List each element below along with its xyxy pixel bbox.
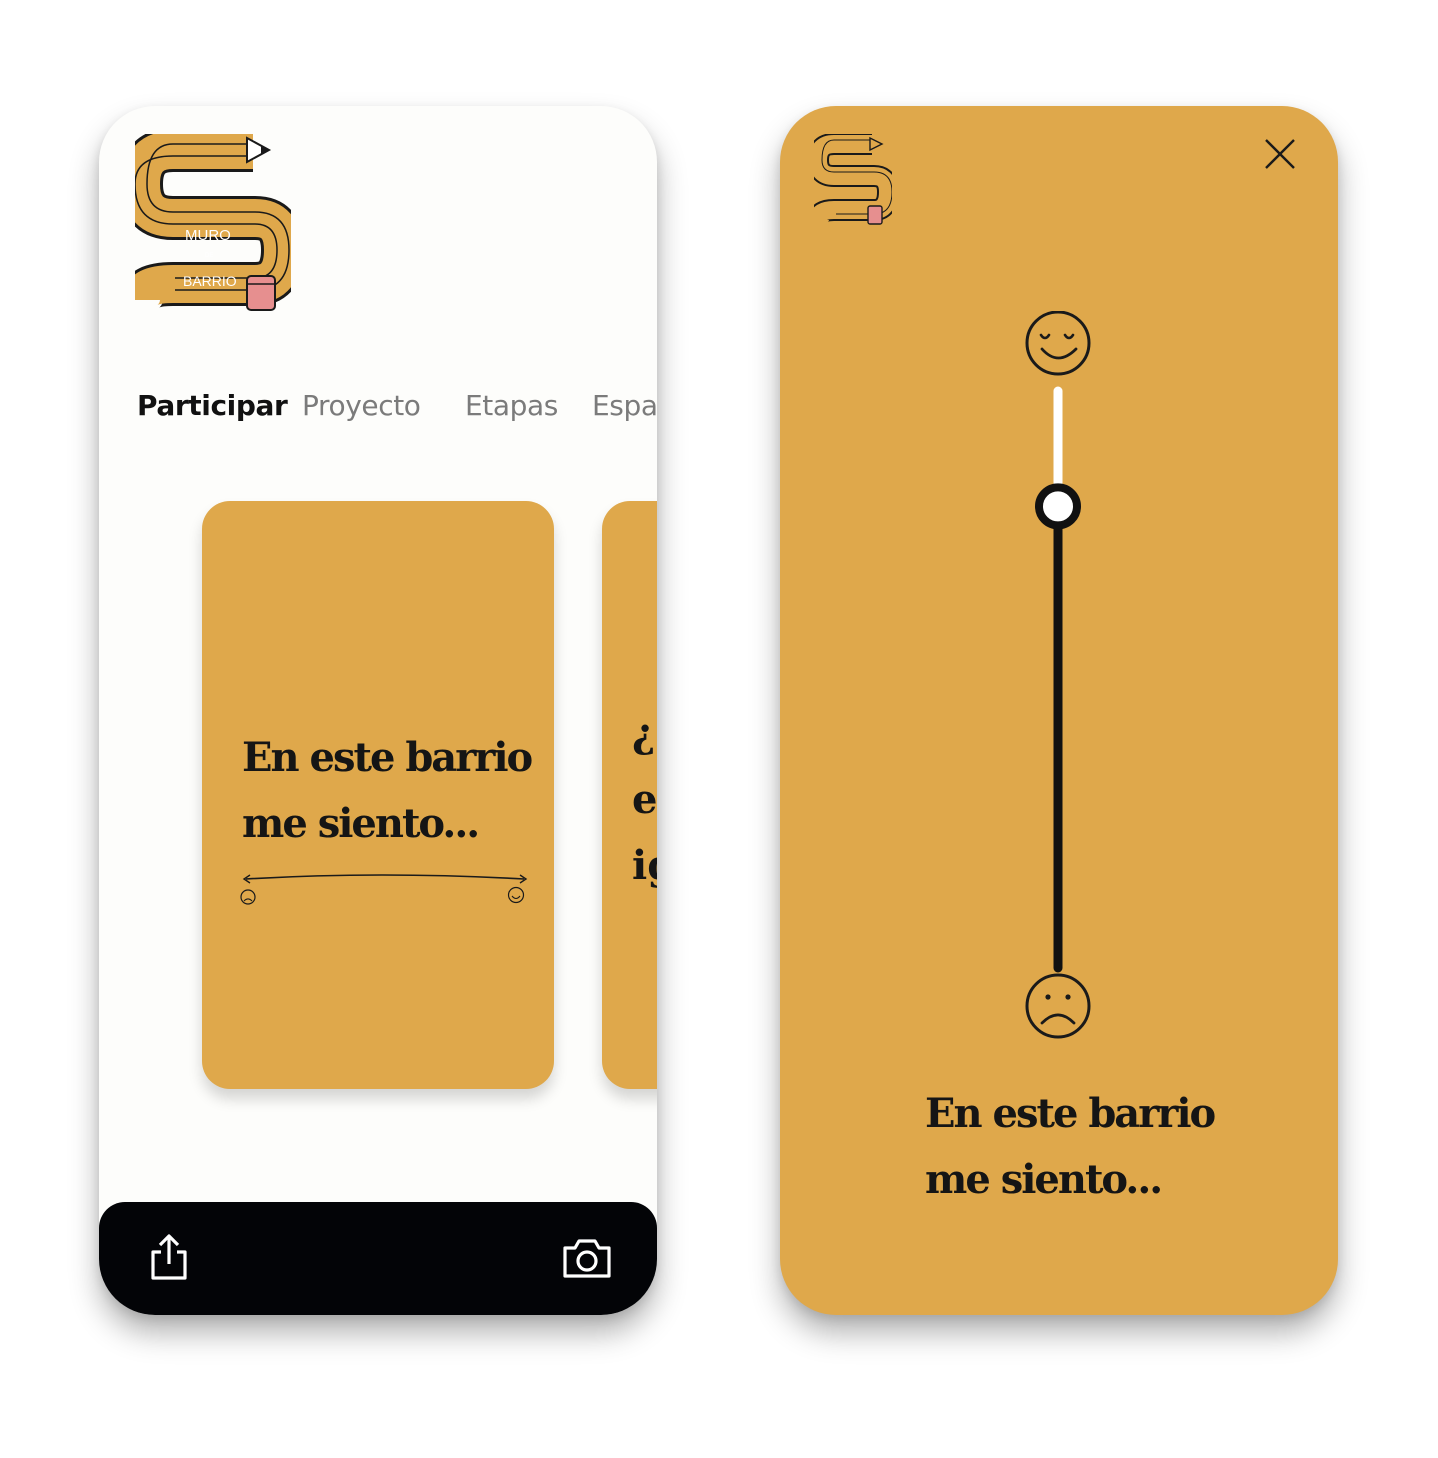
question-statement: En este barrio me siento... [925,1081,1285,1213]
tab-proyecto[interactable]: Proyecto [302,389,421,422]
sad-face-icon [240,889,256,905]
question-card-next[interactable]: ¿ e ig [602,501,657,1089]
question-card[interactable]: En este barrio me siento... [202,501,554,1089]
tab-etapas[interactable]: Etapas [465,389,558,422]
happy-face-icon [507,886,525,904]
card-question-line-1: En este barrio [242,734,533,781]
home-screen: MURO DE BARRIO Participar Proyecto Etapa… [99,106,657,1315]
tab-espacios[interactable]: Espa [592,389,657,422]
happy-face-icon [1025,311,1091,376]
statement-line-2: me siento... [925,1156,1163,1203]
statement-line-1: En este barrio [925,1090,1216,1137]
logo-text-bottom: BARRIO [183,273,237,289]
tab-bar: Participar Proyecto Etapas Espa [137,389,657,429]
slider-thumb[interactable] [1035,483,1081,530]
bottom-toolbar [99,1202,657,1315]
card2-line-3: ig [632,842,657,889]
muro-de-barrio-logo: MURO DE BARRIO [135,134,291,311]
card-question-line-2: me siento... [242,800,480,847]
question-detail-screen: En este barrio me siento... [780,106,1338,1315]
sad-face-icon [1025,973,1091,1039]
camera-icon[interactable] [561,1232,613,1284]
card-question-partial: ¿ e ig [632,701,657,899]
feeling-scale-illustration [240,874,528,905]
feeling-slider[interactable] [1020,311,1100,1051]
muro-de-barrio-logo-small [814,134,892,225]
card-question: En este barrio me siento... [242,725,542,857]
logo-text-top: MURO [185,227,231,244]
card2-line-2: e [632,776,657,823]
close-icon[interactable] [1262,136,1298,172]
card2-line-1: ¿ [632,710,656,757]
logo-text-mid: DE [205,253,213,259]
share-icon[interactable] [143,1232,195,1284]
tab-participar[interactable]: Participar [137,389,288,422]
